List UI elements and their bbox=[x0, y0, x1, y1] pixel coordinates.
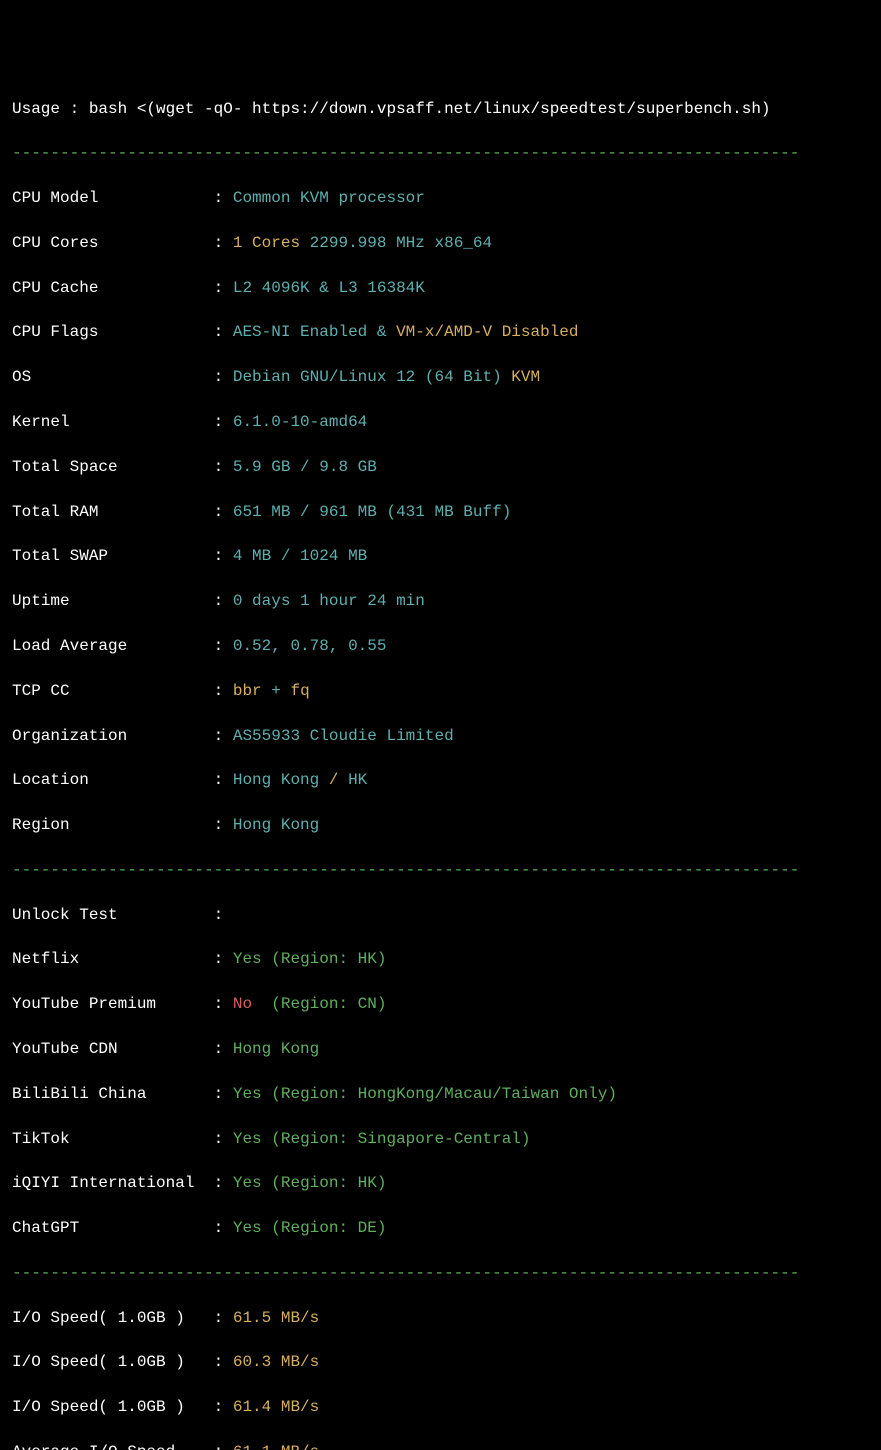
io1-value: 61.5 MB/s bbox=[233, 1309, 319, 1327]
os-virt: KVM bbox=[502, 368, 540, 386]
row-unlock-header: Unlock Test : bbox=[12, 904, 869, 926]
load-label: Load Average bbox=[12, 635, 214, 657]
bili-status: Yes bbox=[233, 1085, 262, 1103]
region-value: Hong Kong bbox=[233, 816, 319, 834]
total-swap-value: 4 MB / 1024 MB bbox=[233, 547, 367, 565]
row-load: Load Average : 0.52, 0.78, 0.55 bbox=[12, 635, 869, 657]
uptime-label: Uptime bbox=[12, 590, 214, 612]
row-bilibili: BiliBili China : Yes (Region: HongKong/M… bbox=[12, 1083, 869, 1105]
avg-value: 61.1 MB/s bbox=[233, 1443, 319, 1450]
avg-label: Average I/O Speed bbox=[12, 1441, 214, 1450]
cpu-cores-freq: 2299.998 MHz x86_64 bbox=[300, 234, 492, 252]
total-ram-value: 651 MB / 961 MB (431 MB Buff) bbox=[233, 503, 511, 521]
row-cpu-cores: CPU Cores : 1 Cores 2299.998 MHz x86_64 bbox=[12, 232, 869, 254]
usage-line: Usage : bash <(wget -qO- https://down.vp… bbox=[12, 98, 869, 120]
iqiyi-status: Yes bbox=[233, 1174, 262, 1192]
iqiyi-region: (Region: HK) bbox=[262, 1174, 387, 1192]
location-city: Hong Kong bbox=[233, 771, 319, 789]
chatgpt-status: Yes bbox=[233, 1219, 262, 1237]
tiktok-label: TikTok bbox=[12, 1128, 214, 1150]
row-tcp: TCP CC : bbr + fq bbox=[12, 680, 869, 702]
cpu-flags-vmx: VM-x/AMD-V Disabled bbox=[396, 323, 578, 341]
bili-label: BiliBili China bbox=[12, 1083, 214, 1105]
netflix-label: Netflix bbox=[12, 948, 214, 970]
load-value: 0.52, 0.78, 0.55 bbox=[233, 637, 387, 655]
total-space-value: 5.9 GB / 9.8 GB bbox=[233, 458, 377, 476]
chatgpt-label: ChatGPT bbox=[12, 1217, 214, 1239]
row-io-avg: Average I/O Speed : 61.1 MB/s bbox=[12, 1441, 869, 1450]
row-org: Organization : AS55933 Cloudie Limited bbox=[12, 725, 869, 747]
kernel-value: 6.1.0-10-amd64 bbox=[233, 413, 367, 431]
ytp-label: YouTube Premium bbox=[12, 993, 214, 1015]
row-chatgpt: ChatGPT : Yes (Region: DE) bbox=[12, 1217, 869, 1239]
netflix-region: (Region: HK) bbox=[262, 950, 387, 968]
io1-label: I/O Speed( 1.0GB ) bbox=[12, 1307, 214, 1329]
io3-value: 61.4 MB/s bbox=[233, 1398, 319, 1416]
chatgpt-region: (Region: DE) bbox=[262, 1219, 387, 1237]
total-swap-label: Total SWAP bbox=[12, 545, 214, 567]
cpu-model-value: Common KVM processor bbox=[233, 189, 425, 207]
ytcdn-label: YouTube CDN bbox=[12, 1038, 214, 1060]
uptime-value: 0 days 1 hour 24 min bbox=[233, 592, 425, 610]
row-youtube-premium: YouTube Premium : No (Region: CN) bbox=[12, 993, 869, 1015]
row-os: OS : Debian GNU/Linux 12 (64 Bit) KVM bbox=[12, 366, 869, 388]
ytp-region: (Region: CN) bbox=[262, 995, 387, 1013]
kernel-label: Kernel bbox=[12, 411, 214, 433]
unlock-header-label: Unlock Test bbox=[12, 904, 214, 926]
cpu-cores-label: CPU Cores bbox=[12, 232, 214, 254]
cpu-cache-value: L2 4096K & L3 16384K bbox=[233, 279, 425, 297]
cpu-flags-label: CPU Flags bbox=[12, 321, 214, 343]
region-label: Region bbox=[12, 814, 214, 836]
tiktok-region: (Region: Singapore-Central) bbox=[262, 1130, 531, 1148]
row-youtube-cdn: YouTube CDN : Hong Kong bbox=[12, 1038, 869, 1060]
row-total-swap: Total SWAP : 4 MB / 1024 MB bbox=[12, 545, 869, 567]
divider: ----------------------------------------… bbox=[12, 142, 869, 164]
total-ram-label: Total RAM bbox=[12, 501, 214, 523]
cpu-flags-aes: AES-NI Enabled bbox=[233, 323, 367, 341]
org-label: Organization bbox=[12, 725, 214, 747]
cpu-cores-count: 1 Cores bbox=[233, 234, 300, 252]
row-io-2: I/O Speed( 1.0GB ) : 60.3 MB/s bbox=[12, 1351, 869, 1373]
row-total-space: Total Space : 5.9 GB / 9.8 GB bbox=[12, 456, 869, 478]
row-location: Location : Hong Kong / HK bbox=[12, 769, 869, 791]
ytcdn-value: Hong Kong bbox=[233, 1040, 319, 1058]
cpu-model-label: CPU Model bbox=[12, 187, 214, 209]
row-io-3: I/O Speed( 1.0GB ) : 61.4 MB/s bbox=[12, 1396, 869, 1418]
netflix-status: Yes bbox=[233, 950, 262, 968]
io2-label: I/O Speed( 1.0GB ) bbox=[12, 1351, 214, 1373]
os-name: Debian GNU/Linux 12 (64 Bit) bbox=[233, 368, 502, 386]
iqiyi-label: iQIYI International bbox=[12, 1172, 214, 1194]
row-cpu-flags: CPU Flags : AES-NI Enabled & VM-x/AMD-V … bbox=[12, 321, 869, 343]
org-value: AS55933 Cloudie Limited bbox=[233, 727, 454, 745]
tiktok-status: Yes bbox=[233, 1130, 262, 1148]
tcp-fq: fq bbox=[290, 682, 309, 700]
divider: ----------------------------------------… bbox=[12, 859, 869, 881]
cpu-cache-label: CPU Cache bbox=[12, 277, 214, 299]
row-kernel: Kernel : 6.1.0-10-amd64 bbox=[12, 411, 869, 433]
location-label: Location bbox=[12, 769, 214, 791]
io3-label: I/O Speed( 1.0GB ) bbox=[12, 1396, 214, 1418]
tcp-label: TCP CC bbox=[12, 680, 214, 702]
row-netflix: Netflix : Yes (Region: HK) bbox=[12, 948, 869, 970]
total-space-label: Total Space bbox=[12, 456, 214, 478]
tcp-bbr: bbr bbox=[233, 682, 262, 700]
ytp-status: No bbox=[233, 995, 262, 1013]
io2-value: 60.3 MB/s bbox=[233, 1353, 319, 1371]
os-label: OS bbox=[12, 366, 214, 388]
row-total-ram: Total RAM : 651 MB / 961 MB (431 MB Buff… bbox=[12, 501, 869, 523]
row-cpu-model: CPU Model : Common KVM processor bbox=[12, 187, 869, 209]
row-region: Region : Hong Kong bbox=[12, 814, 869, 836]
row-iqiyi: iQIYI International : Yes (Region: HK) bbox=[12, 1172, 869, 1194]
row-uptime: Uptime : 0 days 1 hour 24 min bbox=[12, 590, 869, 612]
row-tiktok: TikTok : Yes (Region: Singapore-Central) bbox=[12, 1128, 869, 1150]
row-io-1: I/O Speed( 1.0GB ) : 61.5 MB/s bbox=[12, 1307, 869, 1329]
divider: ----------------------------------------… bbox=[12, 1262, 869, 1284]
location-cc: HK bbox=[348, 771, 367, 789]
bili-region: (Region: HongKong/Macau/Taiwan Only) bbox=[262, 1085, 617, 1103]
row-cpu-cache: CPU Cache : L2 4096K & L3 16384K bbox=[12, 277, 869, 299]
